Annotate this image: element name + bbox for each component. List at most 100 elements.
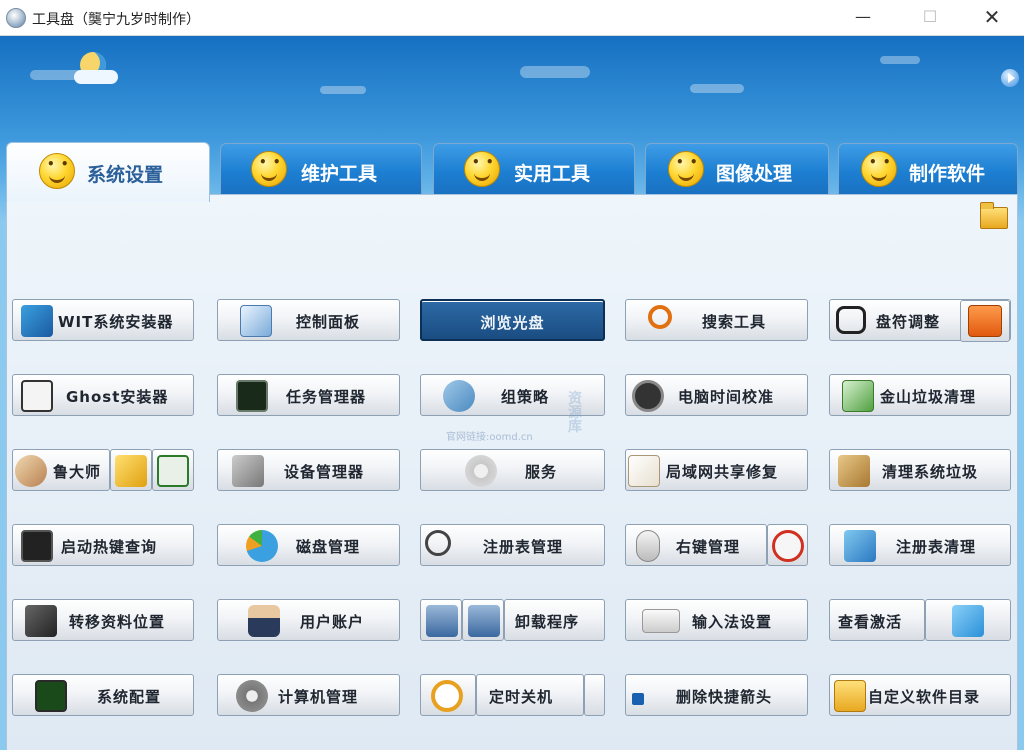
broom-icon bbox=[838, 455, 870, 487]
button-label: 启动热键查询 bbox=[61, 538, 158, 556]
mouse-settings-icon bbox=[772, 530, 804, 562]
remove-shortcut-arrow-button[interactable]: 删除快捷箭头 bbox=[625, 674, 808, 716]
install-icon bbox=[21, 305, 53, 337]
recycle-icon bbox=[842, 380, 874, 412]
smiley-icon bbox=[39, 153, 75, 189]
title-bar: 工具盘（龑宁九岁时制作） — ☐ ✕ bbox=[0, 0, 1024, 36]
context-menu-management-button[interactable]: 右键管理 bbox=[625, 524, 767, 566]
search-icon bbox=[425, 530, 451, 556]
search-icon bbox=[21, 530, 53, 562]
button-label: 定时关机 bbox=[489, 688, 554, 706]
button-label: 服务 bbox=[525, 463, 558, 481]
input-method-settings-button[interactable]: 输入法设置 bbox=[625, 599, 808, 641]
activation-tool-button[interactable] bbox=[925, 599, 1011, 641]
play-icon[interactable] bbox=[1001, 69, 1019, 87]
registry-icon bbox=[844, 530, 876, 562]
tab-make-software[interactable]: 制作软件 bbox=[838, 143, 1018, 195]
tab-utility-tools[interactable]: 实用工具 bbox=[433, 143, 635, 195]
close-button[interactable]: ✕ bbox=[969, 0, 1015, 36]
control-panel-button[interactable]: 控制面板 bbox=[217, 299, 400, 341]
button-label: Ghost安装器 bbox=[66, 388, 169, 406]
smiley-icon bbox=[251, 151, 287, 187]
shutdown-extra-button[interactable] bbox=[584, 674, 605, 716]
tab-label: 维护工具 bbox=[301, 163, 378, 185]
dog-icon bbox=[115, 455, 147, 487]
drive-letter-adjust-button[interactable]: 盘符调整 bbox=[829, 299, 1011, 342]
tab-label: 系统设置 bbox=[87, 164, 164, 186]
minimize-button[interactable]: — bbox=[840, 0, 886, 36]
move-data-location-button[interactable]: 转移资料位置 bbox=[12, 599, 194, 641]
ludashi-icon bbox=[15, 455, 47, 487]
registry-cleanup-button[interactable]: 注册表清理 bbox=[829, 524, 1011, 566]
tools-icon bbox=[232, 455, 264, 487]
uninstall-program-button[interactable]: 卸载程序 bbox=[504, 599, 605, 641]
gears-icon bbox=[236, 680, 268, 712]
button-label: 用户账户 bbox=[300, 613, 365, 631]
tab-image-processing[interactable]: 图像处理 bbox=[645, 143, 829, 195]
computer-management-button[interactable]: 计算机管理 bbox=[217, 674, 400, 716]
ludashi-hardware-button[interactable] bbox=[152, 449, 194, 491]
ludashi-dog-button[interactable] bbox=[110, 449, 152, 491]
maximize-button[interactable]: ☐ bbox=[907, 0, 953, 36]
tab-label: 图像处理 bbox=[716, 163, 793, 185]
button-label: 磁盘管理 bbox=[296, 538, 361, 556]
button-label: 控制面板 bbox=[296, 313, 361, 331]
uninstall-icon-button-2[interactable] bbox=[462, 599, 504, 641]
browse-disc-button[interactable]: 浏览光盘 bbox=[420, 299, 605, 341]
chip-icon bbox=[35, 680, 67, 712]
boot-hotkey-query-button[interactable]: 启动热键查询 bbox=[12, 524, 194, 566]
sort-az-icon bbox=[968, 305, 1002, 337]
uninstall-icon-button-1[interactable] bbox=[420, 599, 462, 641]
button-label: 设备管理器 bbox=[284, 463, 365, 481]
user-accounts-button[interactable]: 用户账户 bbox=[217, 599, 400, 641]
folder-icon bbox=[25, 605, 57, 637]
registry-management-button[interactable]: 注册表管理 bbox=[420, 524, 605, 566]
kingsoft-cleanup-button[interactable]: 金山垃圾清理 bbox=[829, 374, 1011, 416]
disk-management-button[interactable]: 磁盘管理 bbox=[217, 524, 400, 566]
button-label: 输入法设置 bbox=[692, 613, 773, 631]
smiley-icon bbox=[668, 151, 704, 187]
tab-maintenance-tools[interactable]: 维护工具 bbox=[220, 143, 422, 195]
refresh-icon bbox=[836, 306, 866, 334]
tab-system-settings[interactable]: 系统设置 bbox=[6, 142, 210, 202]
cloud bbox=[880, 56, 920, 64]
sort-az-button[interactable] bbox=[960, 300, 1010, 342]
tab-label: 制作软件 bbox=[909, 163, 986, 185]
gear-icon bbox=[465, 455, 497, 487]
custom-software-dir-button[interactable]: 自定义软件目录 bbox=[829, 674, 1011, 716]
ludashi-button[interactable]: 鲁大师 bbox=[12, 449, 110, 491]
clean-system-junk-button[interactable]: 清理系统垃圾 bbox=[829, 449, 1011, 491]
button-label: 系统配置 bbox=[97, 688, 162, 706]
app-icon bbox=[6, 8, 26, 28]
cloud-icon bbox=[74, 70, 118, 84]
timed-shutdown-button[interactable]: 定时关机 bbox=[476, 674, 584, 716]
view-activation-button[interactable]: 查看激活 bbox=[829, 599, 925, 641]
folder-icon bbox=[834, 680, 866, 712]
lan-share-repair-button[interactable]: 局域网共享修复 bbox=[625, 449, 808, 491]
ghost-installer-button[interactable]: Ghost安装器 bbox=[12, 374, 194, 416]
tab-label: 实用工具 bbox=[514, 163, 591, 185]
device-manager-button[interactable]: 设备管理器 bbox=[217, 449, 400, 491]
cloud bbox=[690, 84, 744, 93]
button-label: 金山垃圾清理 bbox=[880, 388, 977, 406]
user-icon bbox=[248, 605, 280, 637]
wit-installer-button[interactable]: WIT系统安装器 bbox=[12, 299, 194, 341]
button-label: 转移资料位置 bbox=[69, 613, 166, 631]
task-manager-button[interactable]: 任务管理器 bbox=[217, 374, 400, 416]
folder-icon[interactable] bbox=[980, 202, 1008, 229]
cloud bbox=[320, 86, 366, 94]
button-label: 查看激活 bbox=[838, 613, 903, 631]
button-label: 局域网共享修复 bbox=[666, 463, 779, 481]
search-tool-button[interactable]: 搜索工具 bbox=[625, 299, 808, 341]
time-sync-button[interactable]: 电脑时间校准 bbox=[625, 374, 808, 416]
services-button[interactable]: 服务 bbox=[420, 449, 605, 491]
house-icon bbox=[628, 455, 660, 487]
alarm-clock-button[interactable] bbox=[420, 674, 476, 716]
keyboard-icon bbox=[642, 609, 680, 633]
button-label: 注册表管理 bbox=[483, 538, 564, 556]
arrow-icon bbox=[632, 693, 644, 705]
recycle-bin-icon bbox=[426, 605, 458, 637]
mouse-settings-button[interactable] bbox=[767, 524, 808, 566]
task-manager-icon bbox=[236, 380, 268, 412]
system-config-button[interactable]: 系统配置 bbox=[12, 674, 194, 716]
